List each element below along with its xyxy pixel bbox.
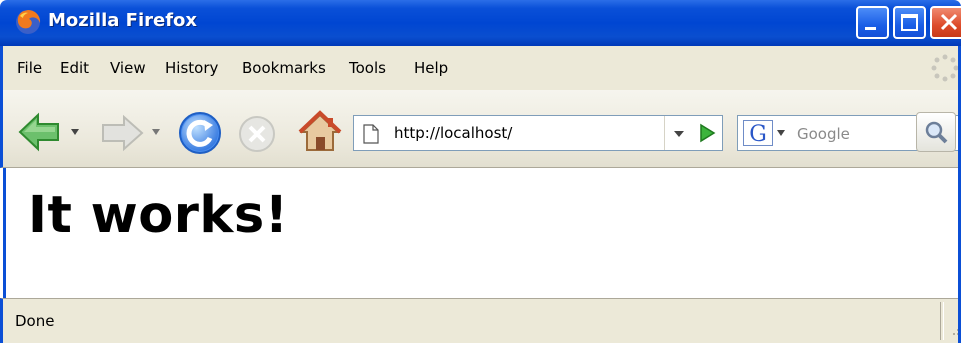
menu-help[interactable]: Help <box>414 59 448 77</box>
go-icon[interactable] <box>692 116 722 150</box>
minimize-icon <box>865 27 876 30</box>
menu-view[interactable]: View <box>110 59 146 77</box>
minimize-button[interactable] <box>856 6 889 39</box>
search-button[interactable] <box>916 112 956 152</box>
home-icon[interactable] <box>298 110 342 154</box>
menu-file[interactable]: File <box>17 59 42 77</box>
search-engine-selector[interactable]: G <box>740 119 792 147</box>
menu-bar: File Edit View History Bookmarks Tools H… <box>0 46 961 90</box>
menu-bookmarks[interactable]: Bookmarks <box>242 59 326 77</box>
back-dropdown-icon[interactable] <box>70 128 80 136</box>
maximize-icon <box>901 14 918 31</box>
forward-dropdown-icon[interactable] <box>151 128 161 136</box>
magnifier-icon <box>925 121 948 144</box>
browser-window: Mozilla Firefox File Edit View History B… <box>0 0 961 343</box>
back-icon[interactable] <box>18 112 62 152</box>
close-icon <box>940 13 958 31</box>
menu-tools[interactable]: Tools <box>349 59 386 77</box>
window-title: Mozilla Firefox <box>48 10 198 31</box>
page-icon <box>363 124 379 144</box>
url-text[interactable]: http://localhost/ <box>394 124 512 142</box>
page-heading: It works! <box>28 186 289 245</box>
status-bar: Done <box>0 298 961 343</box>
google-icon: G <box>743 120 773 146</box>
forward-icon[interactable] <box>100 114 144 152</box>
url-dropdown-icon[interactable] <box>664 116 693 150</box>
stop-icon[interactable] <box>237 114 277 154</box>
reload-icon[interactable] <box>177 110 223 156</box>
firefox-icon <box>16 10 41 34</box>
url-bar[interactable]: http://localhost/ <box>353 115 723 151</box>
search-input[interactable]: Google <box>797 125 850 143</box>
menu-history[interactable]: History <box>165 59 218 77</box>
status-text: Done <box>15 312 55 330</box>
close-button[interactable] <box>930 6 961 39</box>
title-bar[interactable]: Mozilla Firefox <box>0 0 961 46</box>
search-engine-dropdown-icon <box>777 130 785 136</box>
menu-edit[interactable]: Edit <box>60 59 89 77</box>
maximize-button[interactable] <box>893 6 926 39</box>
svg-text:G: G <box>749 122 767 146</box>
status-divider <box>940 302 944 340</box>
throbber-icon <box>931 54 959 82</box>
